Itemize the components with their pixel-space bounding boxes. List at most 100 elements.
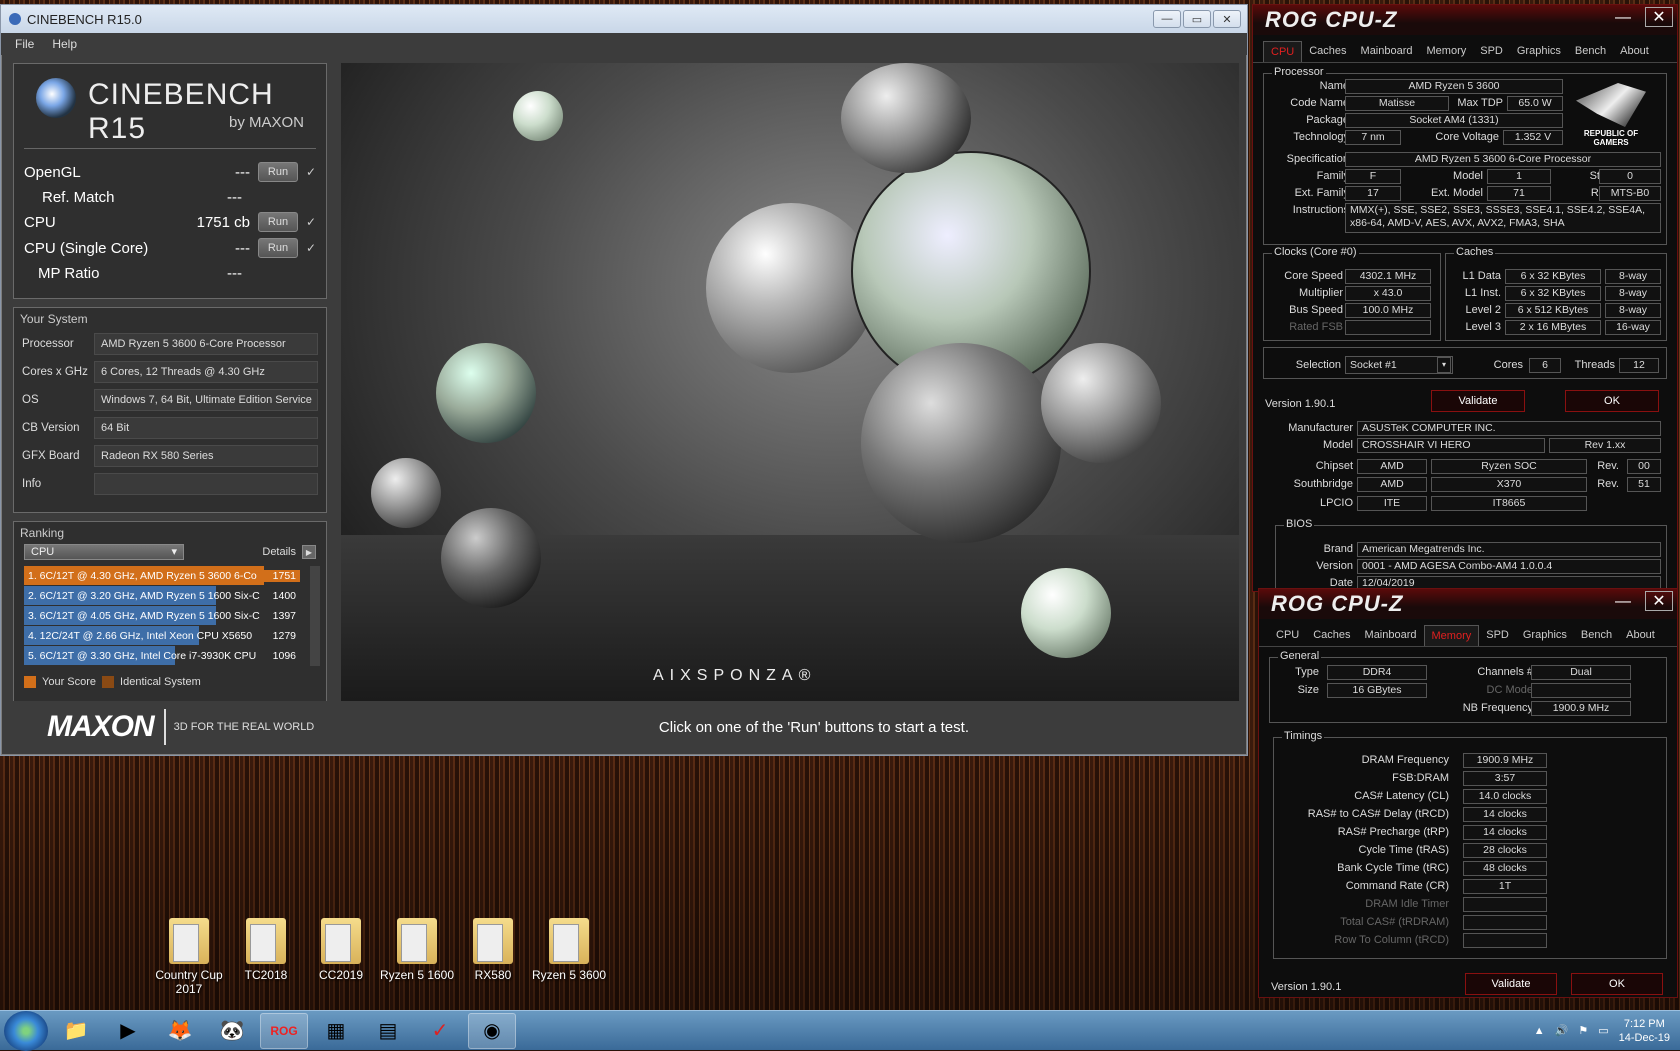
tab-mainboard[interactable]: Mainboard (1354, 41, 1420, 62)
folder-icon (246, 918, 286, 964)
field-label: Model (1453, 170, 1483, 182)
run-button[interactable]: Run (258, 162, 298, 182)
details-button[interactable]: Details ▶ (262, 545, 316, 559)
minimize-button[interactable]: — (1153, 10, 1181, 28)
tab-graphics[interactable]: Graphics (1510, 41, 1568, 62)
close-button[interactable]: ✕ (1213, 10, 1241, 28)
folder-icon (473, 918, 513, 964)
maximize-button[interactable]: ▭ (1183, 10, 1211, 28)
menu-bar: File Help (1, 33, 1247, 55)
field-label: Bank Cycle Time (tRC) (1337, 862, 1449, 874)
validate-button[interactable]: Validate (1431, 390, 1525, 412)
cpuz-taskbar-icon[interactable]: ROG (260, 1012, 308, 1049)
close-button[interactable]: ✕ (1645, 7, 1673, 27)
explorer-taskbar-icon[interactable]: 📁 (52, 1013, 100, 1049)
test-label: Ref. Match (42, 188, 115, 206)
field-value: 6 x 512 KBytes (1505, 303, 1601, 318)
mcafee-taskbar-icon[interactable]: ✓ (416, 1013, 464, 1049)
clock[interactable]: 7:12 PM 14-Dec-19 (1619, 1017, 1670, 1045)
tab-memory[interactable]: Memory (1423, 625, 1480, 646)
tray-expand-icon[interactable]: ▲ (1534, 1025, 1545, 1037)
window-title: ROG CPU-Z (1271, 591, 1404, 616)
tab-bench[interactable]: Bench (1568, 41, 1613, 62)
ranking-item[interactable]: 2. 6C/12T @ 3.20 GHz, AMD Ryzen 5 1600 S… (24, 586, 300, 605)
cinebench-taskbar-icon[interactable]: ◉ (468, 1012, 516, 1049)
ranking-item[interactable]: 4. 12C/24T @ 2.66 GHz, Intel Xeon CPU X5… (24, 626, 300, 645)
test-value: --- (235, 239, 250, 257)
field-value: 0001 - AMD AGESA Combo-AM4 1.0.0.4 (1357, 559, 1661, 574)
desktop-icon[interactable]: Ryzen 5 3600 (526, 918, 612, 982)
start-button[interactable] (4, 1010, 48, 1051)
minimize-button[interactable]: — (1615, 9, 1631, 27)
cpuz-titlebar[interactable]: ROG CPU-Z — ✕ (1259, 589, 1677, 619)
field-label: Ext. Model (1431, 187, 1483, 199)
desktop-icon[interactable]: TC2018 (223, 918, 309, 982)
menu-help[interactable]: Help (52, 37, 77, 51)
desktop-icon[interactable]: RX580 (450, 918, 536, 982)
tab-cpu[interactable]: CPU (1269, 625, 1306, 646)
panda-taskbar-icon[interactable]: 🐼 (208, 1013, 256, 1049)
field-value: 3:57 (1463, 771, 1547, 786)
ranking-select[interactable]: CPU (24, 544, 184, 560)
ranking-text: 2. 6C/12T @ 3.20 GHz, AMD Ryzen 5 1600 S… (28, 589, 260, 602)
run-button[interactable]: Run (258, 212, 298, 232)
tab-about[interactable]: About (1613, 41, 1656, 62)
field-label: Core Speed (1284, 270, 1343, 282)
tab-caches[interactable]: Caches (1302, 41, 1353, 62)
validate-button[interactable]: Validate (1465, 973, 1557, 995)
close-button[interactable]: ✕ (1645, 591, 1673, 611)
field-label: Technology (1293, 131, 1349, 143)
checkmark-icon[interactable]: ✓ (306, 241, 318, 255)
ranking-text: 4. 12C/24T @ 2.66 GHz, Intel Xeon CPU X5… (28, 629, 253, 642)
firefox-taskbar-icon[interactable]: 🦊 (156, 1013, 204, 1049)
folder-icon (549, 918, 589, 964)
field-value: 71 (1487, 186, 1551, 201)
cinebench-titlebar[interactable]: CINEBENCH R15.0 — ▭ ✕ (1, 5, 1247, 33)
ok-button[interactable]: OK (1571, 973, 1663, 995)
flag-icon[interactable]: ▭ (1598, 1024, 1608, 1037)
ranking-item[interactable]: 5. 6C/12T @ 3.30 GHz, Intel Core i7-3930… (24, 646, 300, 665)
window-taskbar-icon[interactable]: ▤ (364, 1013, 412, 1049)
ranking-panel: Ranking CPU Details ▶ 1. 6C/12T @ 4.30 GH… (13, 521, 327, 719)
ranking-text: 3. 6C/12T @ 4.05 GHz, AMD Ryzen 5 1600 S… (28, 609, 260, 622)
ranking-scrollbar[interactable] (310, 566, 320, 666)
minimize-button[interactable]: — (1615, 593, 1631, 611)
ok-button[interactable]: OK (1565, 390, 1659, 412)
tab-about[interactable]: About (1619, 625, 1662, 646)
tab-graphics[interactable]: Graphics (1516, 625, 1574, 646)
test-label: CPU (24, 213, 56, 231)
ranking-item[interactable]: 1. 6C/12T @ 4.30 GHz, AMD Ryzen 5 3600 6… (24, 566, 300, 585)
tab-spd[interactable]: SPD (1473, 41, 1510, 62)
field-label: Cycle Time (tRAS) (1358, 844, 1449, 856)
ranking-item[interactable]: 3. 6C/12T @ 4.05 GHz, AMD Ryzen 5 1600 S… (24, 606, 300, 625)
system-value: 6 Cores, 12 Threads @ 4.30 GHz (94, 361, 318, 383)
cpuz-titlebar[interactable]: ROG CPU-Z — ✕ (1253, 5, 1677, 35)
system-row: Processor AMD Ryzen 5 3600 6-Core Process… (14, 330, 326, 358)
tab-memory[interactable]: Memory (1420, 41, 1474, 62)
menu-file[interactable]: File (15, 37, 34, 51)
tab-caches[interactable]: Caches (1306, 625, 1357, 646)
checkmark-icon[interactable]: ✓ (306, 215, 318, 229)
field-label: Row To Column (tRCD) (1334, 934, 1449, 946)
media-player-taskbar-icon[interactable]: ▶ (104, 1013, 152, 1049)
checkmark-icon[interactable]: ✓ (306, 165, 318, 179)
volume-icon[interactable]: 🔊 (1555, 1024, 1569, 1037)
network-icon[interactable]: ⚑ (1578, 1024, 1588, 1037)
tab-bench[interactable]: Bench (1574, 625, 1619, 646)
desktop-icon[interactable]: Ryzen 5 1600 (374, 918, 460, 982)
system-tray: ▲ 🔊 ⚑ ▭ 7:12 PM 14-Dec-19 (1534, 1017, 1680, 1045)
desktop-icon[interactable]: CC2019 (298, 918, 384, 982)
desktop-icon[interactable]: Country Cup 2017 (146, 918, 232, 996)
your-system-panel: Your System Processor AMD Ryzen 5 3600 6-… (13, 307, 327, 513)
run-button[interactable]: Run (258, 238, 298, 258)
tab-spd[interactable]: SPD (1479, 625, 1516, 646)
tab-cpu[interactable]: CPU (1263, 41, 1303, 62)
select-arrow-icon[interactable]: ▾ (1437, 357, 1451, 373)
field-label: Specification (1286, 153, 1349, 165)
status-hint: Click on one of the 'Run' buttons to sta… (658, 718, 969, 736)
field-value: 14 clocks (1463, 807, 1547, 822)
ranking-list[interactable]: 1. 6C/12T @ 4.30 GHz, AMD Ryzen 5 3600 6… (24, 566, 320, 670)
field-label: Threads (1574, 359, 1615, 371)
tab-mainboard[interactable]: Mainboard (1358, 625, 1424, 646)
app-taskbar-icon[interactable]: ▦ (312, 1013, 360, 1049)
